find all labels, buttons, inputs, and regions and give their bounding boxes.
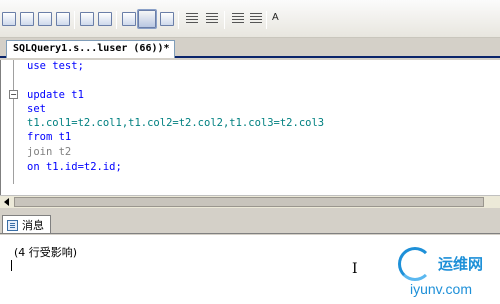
results-tabbar: 消息 bbox=[0, 214, 500, 234]
toolbar-button-4[interactable] bbox=[56, 12, 70, 26]
watermark-logo-icon bbox=[398, 247, 432, 281]
code-line: use test; bbox=[27, 60, 84, 72]
toolbar-button-9[interactable] bbox=[160, 12, 174, 26]
watermark-brand: 运维网 bbox=[438, 255, 484, 273]
code-line: on t1.id=t2.id; bbox=[27, 161, 122, 173]
rows-affected-message: (4 行受影响) bbox=[14, 246, 78, 259]
toolbar-separator bbox=[266, 11, 267, 29]
toolbar-button-5[interactable] bbox=[80, 12, 94, 26]
code-line: t1.col1=t2.col1,t1.col2=t2.col2,t1.col3=… bbox=[27, 117, 325, 129]
text-caret bbox=[11, 260, 12, 271]
outline-gutter bbox=[13, 60, 14, 184]
scrollbar-thumb[interactable] bbox=[14, 197, 484, 207]
messages-tab[interactable]: 消息 bbox=[2, 215, 51, 233]
toolbar-separator bbox=[224, 11, 225, 29]
toolbar-separator bbox=[74, 11, 75, 29]
scroll-left-arrow-icon[interactable] bbox=[4, 198, 9, 206]
increase-indent-icon[interactable] bbox=[250, 13, 262, 25]
code-line: join t2 bbox=[27, 146, 72, 158]
decrease-indent-icon[interactable] bbox=[232, 13, 244, 25]
uncomment-lines-icon[interactable] bbox=[206, 13, 218, 25]
comment-lines-icon[interactable] bbox=[186, 13, 198, 25]
horizontal-scrollbar[interactable] bbox=[0, 195, 500, 208]
font-specify-icon[interactable]: A bbox=[272, 12, 279, 23]
toolbar: A bbox=[0, 0, 500, 38]
messages-tab-label: 消息 bbox=[22, 219, 44, 232]
code-line: from t1 bbox=[27, 131, 72, 143]
toolbar-button-7[interactable] bbox=[122, 12, 136, 26]
toolbar-button-8-active[interactable] bbox=[137, 9, 157, 29]
document-tabstrip: SQLQuery1.s...luser (66))* bbox=[0, 38, 500, 58]
toolbar-button-1[interactable] bbox=[2, 12, 16, 26]
code-line: set bbox=[27, 103, 46, 115]
code-line: update t1 bbox=[27, 89, 84, 101]
watermark-url: iyunv.com bbox=[410, 281, 472, 297]
collapse-icon[interactable]: − bbox=[9, 90, 18, 99]
toolbar-button-2[interactable] bbox=[20, 12, 34, 26]
toolbar-separator bbox=[178, 11, 179, 29]
toolbar-separator bbox=[116, 11, 117, 29]
ibeam-cursor-icon: I bbox=[352, 261, 358, 277]
toolbar-button-3[interactable] bbox=[38, 12, 52, 26]
query-editor[interactable]: − use test; update t1 set t1.col1=t2.col1,t… bbox=[0, 60, 500, 195]
query-document-tab[interactable]: SQLQuery1.s...luser (66))* bbox=[6, 40, 175, 58]
messages-icon bbox=[7, 219, 18, 231]
toolbar-button-6[interactable] bbox=[98, 12, 112, 26]
